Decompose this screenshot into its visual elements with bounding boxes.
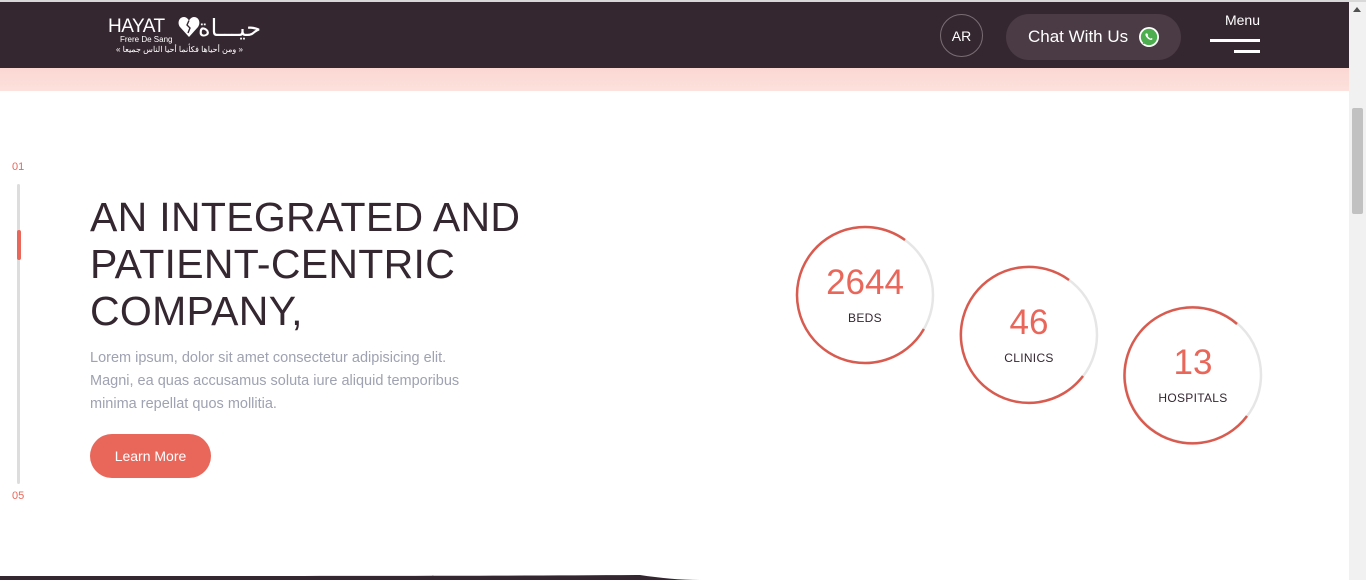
stat-label: CLINICS: [1004, 351, 1054, 365]
scroll-up-arrow-icon[interactable]: [1353, 7, 1361, 12]
slide-track[interactable]: [17, 184, 20, 484]
slide-number-start: 01: [12, 161, 25, 173]
page-viewport: HAYAT حيـــاة Frere De Sang « ومن أحياها…: [0, 0, 1349, 580]
chat-button-label: Chat With Us: [1028, 27, 1129, 46]
hero-title: AN INTEGRATED AND PATIENT-CENTRIC COMPAN…: [90, 194, 521, 334]
logo-arabic-name: حيـــاة: [198, 14, 262, 42]
chat-with-us-button[interactable]: Chat With Us: [1006, 14, 1181, 60]
stat-value: 2644: [826, 263, 904, 302]
header-pink-band: [0, 68, 1349, 91]
learn-more-button[interactable]: Learn More: [90, 434, 211, 478]
slide-number-end: 05: [12, 490, 25, 502]
logo-tagline: « ومن أحياها فكأنما أحيا الناس جميعا »: [116, 45, 243, 54]
menu-label: Menu: [1224, 12, 1260, 28]
page-scrollbar[interactable]: [1349, 2, 1366, 580]
scrollbar-thumb[interactable]: [1352, 108, 1363, 214]
stat-beds: 2644 BEDS: [795, 225, 935, 365]
stat-clinics: 46 CLINICS: [959, 265, 1099, 405]
hero-description: Lorem ipsum, dolor sit amet consectetur …: [90, 350, 460, 412]
slide-progress: 01 05: [12, 160, 32, 510]
stat-label: BEDS: [848, 311, 882, 325]
hamburger-menu-icon-short-line: [1234, 50, 1260, 53]
site-header: HAYAT حيـــاة Frere De Sang « ومن أحياها…: [0, 2, 1349, 68]
logo-subtitle: Frere De Sang: [120, 35, 173, 44]
slide-track-indicator[interactable]: [17, 230, 21, 260]
stat-value: 46: [1009, 303, 1049, 342]
stat-hospitals: 13 HOSPITALS: [1123, 305, 1263, 445]
whatsapp-icon: [1138, 26, 1160, 48]
section-divider-curve: [0, 575, 700, 580]
hamburger-menu-icon: [1210, 39, 1260, 42]
language-toggle-button[interactable]: AR: [940, 14, 983, 57]
window-top-border: [0, 0, 1366, 2]
stat-label: HOSPITALS: [1158, 391, 1228, 405]
stat-value: 13: [1173, 343, 1213, 382]
menu-toggle-button[interactable]: Menu: [1208, 12, 1262, 58]
site-logo[interactable]: HAYAT حيـــاة Frere De Sang « ومن أحياها…: [108, 14, 278, 58]
